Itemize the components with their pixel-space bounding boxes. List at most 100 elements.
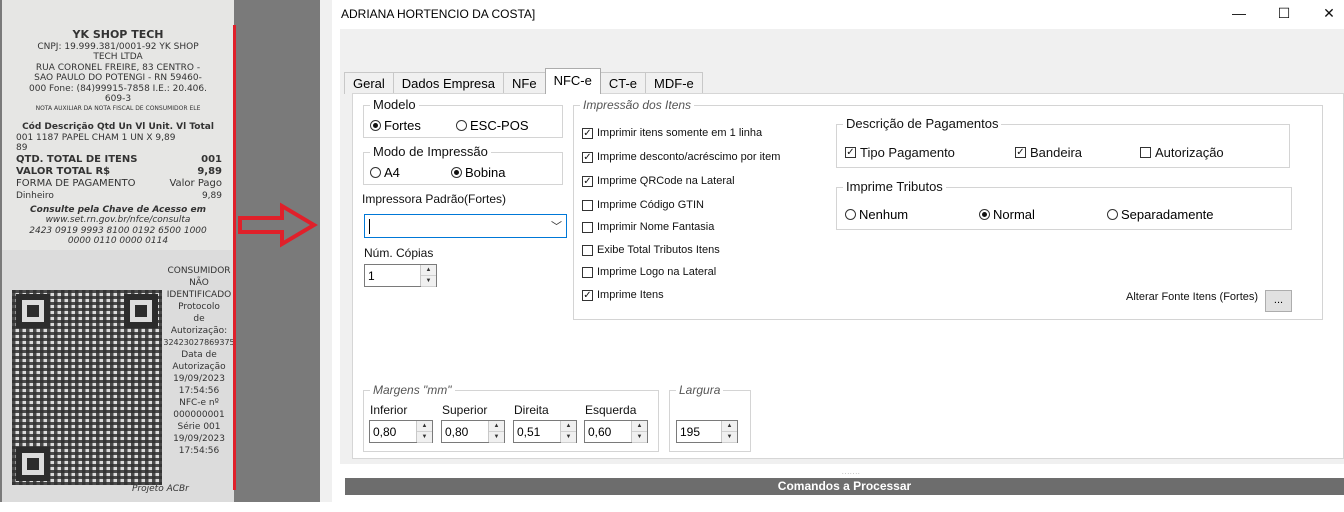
radio-dot bbox=[451, 167, 462, 178]
tab-cte[interactable]: CT-e bbox=[599, 72, 647, 94]
copias-spin[interactable]: 1 ▲ ▼ bbox=[364, 264, 437, 287]
chk-logo-lateral[interactable]: Imprime Logo na Lateral bbox=[582, 266, 716, 278]
radio-a4-label: A4 bbox=[384, 165, 400, 180]
radio-bobina[interactable]: Bobina bbox=[451, 165, 505, 180]
maximize-button[interactable]: ☐ bbox=[1270, 2, 1298, 24]
qr-finder bbox=[16, 294, 50, 328]
receipt-item-total: 89 bbox=[16, 143, 28, 153]
chk-bandeira[interactable]: ✓ Bandeira bbox=[1015, 145, 1082, 160]
spin-down-icon[interactable]: ▼ bbox=[417, 432, 432, 443]
spin-up-icon[interactable]: ▲ bbox=[632, 421, 647, 432]
spin-buttons: ▲ ▼ bbox=[560, 421, 576, 443]
receipt-side-line: Autorização: bbox=[170, 326, 228, 336]
tab-nfe[interactable]: NFe bbox=[503, 72, 546, 94]
imprime-tributos-group: Imprime Tributos Nenhum Normal Separadam… bbox=[836, 179, 1292, 230]
spin-buttons: ▲ ▼ bbox=[631, 421, 647, 443]
radio-esc-pos[interactable]: ESC-POS bbox=[456, 118, 529, 133]
receipt-side-line: IDENTIFICADO bbox=[166, 290, 232, 300]
radio-separadamente[interactable]: Separadamente bbox=[1107, 207, 1214, 222]
spin-down-icon[interactable]: ▼ bbox=[421, 276, 436, 287]
radio-nenhum-label: Nenhum bbox=[859, 207, 909, 222]
receipt-header-line: NOTA AUXILIAR DA NOTA FISCAL DE CONSUMID… bbox=[35, 105, 201, 113]
receipt-items-header: Cód Descrição Qtd Un Vl Unit. Vl Total bbox=[22, 122, 214, 132]
largura-spin[interactable]: 195 ▲ ▼ bbox=[676, 420, 738, 443]
close-button[interactable]: ✕ bbox=[1315, 2, 1343, 24]
radio-normal[interactable]: Normal bbox=[979, 207, 1035, 222]
commands-bar: Comandos a Processar bbox=[345, 478, 1344, 495]
impressao-itens-title: Impressão dos Itens bbox=[580, 97, 695, 113]
spin-buttons: ▲ ▼ bbox=[416, 421, 432, 443]
fonte-itens-label: Alterar Fonte Itens (Fortes) bbox=[1126, 291, 1259, 303]
copias-value: 1 bbox=[368, 269, 375, 283]
spin-up-icon[interactable]: ▲ bbox=[489, 421, 504, 432]
checkbox-mark-icon: ✓ bbox=[1015, 147, 1026, 158]
chk-itens-1-linha[interactable]: ✓ Imprimir itens somente em 1 linha bbox=[582, 127, 762, 139]
spin-down-icon[interactable]: ▼ bbox=[722, 432, 737, 443]
modo-impressao-group: Modo de Impressão A4 Bobina bbox=[363, 144, 563, 185]
receipt-totals: QTD. TOTAL DE ITENS 001 VALOR TOTAL R$ 9,8… bbox=[2, 154, 234, 202]
chevron-down-icon: ﹀ bbox=[551, 221, 562, 233]
receipt-header-line: 000 Fone: (84)99915-7858 I.E.: 20.406. bbox=[29, 83, 207, 94]
spin-down-icon[interactable]: ▼ bbox=[489, 432, 504, 443]
margem-direita-spin[interactable]: 0,51 ▲ ▼ bbox=[513, 420, 577, 443]
receipt-qtd-row: QTD. TOTAL DE ITENS 001 bbox=[2, 154, 234, 166]
chk-qrcode-lateral[interactable]: ✓ Imprime QRCode na Lateral bbox=[582, 175, 735, 187]
margem-direita-value: 0,51 bbox=[517, 425, 541, 439]
tab-dados-empresa[interactable]: Dados Empresa bbox=[392, 72, 505, 94]
radio-fortes[interactable]: Fortes bbox=[370, 118, 421, 133]
receipt-store-name: YK SHOP TECH bbox=[72, 28, 164, 41]
modelo-group: Modelo Fortes ESC-POS bbox=[363, 97, 563, 138]
receipt-chave-line: 2423 0919 9993 8100 0192 6500 1000 bbox=[29, 225, 207, 236]
spin-up-icon[interactable]: ▲ bbox=[722, 421, 737, 432]
receipt-footer: Projeto ACBr bbox=[132, 484, 189, 494]
margem-esquerda-spin[interactable]: 0,60 ▲ ▼ bbox=[584, 420, 648, 443]
impressora-combo[interactable]: ﹀ bbox=[364, 214, 567, 238]
receipt-side-line: Protocolo bbox=[178, 302, 220, 312]
spin-buttons: ▲ ▼ bbox=[721, 421, 737, 443]
chk-autorizacao[interactable]: Autorização bbox=[1140, 145, 1224, 160]
checkbox-box bbox=[582, 244, 593, 256]
chk-imprime-itens-label: Imprime Itens bbox=[597, 289, 664, 301]
radio-dot bbox=[845, 209, 856, 220]
tab-geral[interactable]: Geral bbox=[344, 72, 394, 94]
fonte-itens-button[interactable]: ... bbox=[1265, 290, 1292, 312]
radio-a4[interactable]: A4 bbox=[370, 165, 400, 180]
checkbox-mark-icon: ✓ bbox=[582, 289, 593, 301]
chk-codigo-gtin[interactable]: Imprime Código GTIN bbox=[582, 199, 704, 211]
receipt-forma-label: FORMA DE PAGAMENTO bbox=[16, 178, 136, 189]
tab-mdfe[interactable]: MDF-e bbox=[645, 72, 703, 94]
spin-up-icon[interactable]: ▲ bbox=[561, 421, 576, 432]
margem-superior-label: Superior bbox=[442, 403, 488, 417]
margem-inferior-value: 0,80 bbox=[373, 425, 397, 439]
spin-down-icon[interactable]: ▼ bbox=[561, 432, 576, 443]
receipt-chave-line: 0000 0110 0000 0114 bbox=[67, 236, 169, 247]
chk-total-tributos[interactable]: Exibe Total Tributos Itens bbox=[582, 244, 720, 256]
chk-itens-1-linha-label: Imprimir itens somente em 1 linha bbox=[597, 127, 763, 139]
chk-tipo-pagamento[interactable]: ✓ Tipo Pagamento bbox=[845, 145, 955, 160]
chk-nome-fantasia[interactable]: Imprimir Nome Fantasia bbox=[582, 221, 714, 233]
spin-down-icon[interactable]: ▼ bbox=[632, 432, 647, 443]
chk-imprime-itens[interactable]: ✓ Imprime Itens bbox=[582, 289, 664, 301]
radio-bobina-label: Bobina bbox=[465, 165, 506, 180]
copias-label: Núm. Cópias bbox=[364, 246, 434, 260]
checkbox-mark-icon: ✓ bbox=[845, 147, 856, 158]
receipt-forma-value: Valor Pago bbox=[169, 178, 222, 189]
receipt-consulta-line: www.set.rn.gov.br/nfce/consulta bbox=[45, 215, 191, 226]
window-title: ADRIANA HORTENCIO DA COSTA] bbox=[341, 7, 536, 21]
spin-up-icon[interactable]: ▲ bbox=[421, 265, 436, 276]
text-caret bbox=[369, 219, 370, 234]
receipt-paper: YK SHOP TECH CNPJ: 19.999.381/0001-92 YK… bbox=[2, 0, 236, 502]
receipt-side-info: CONSUMIDOR NÃO IDENTIFICADO Protocolo de… bbox=[162, 265, 236, 457]
margem-inferior-spin[interactable]: 0,80 ▲ ▼ bbox=[369, 420, 433, 443]
splitter-handle[interactable]: ....... bbox=[842, 470, 861, 476]
receipt-qtd-value: 001 bbox=[201, 154, 222, 165]
radio-nenhum[interactable]: Nenhum bbox=[845, 207, 908, 222]
minimize-button[interactable]: — bbox=[1225, 2, 1253, 24]
margem-superior-spin[interactable]: 0,80 ▲ ▼ bbox=[441, 420, 505, 443]
chk-logo-lateral-label: Imprime Logo na Lateral bbox=[597, 266, 717, 278]
radio-dot bbox=[979, 209, 990, 220]
tab-nfce[interactable]: NFC-e bbox=[544, 68, 601, 94]
spin-up-icon[interactable]: ▲ bbox=[417, 421, 432, 432]
receipt-dinheiro-label: Dinheiro bbox=[16, 191, 54, 201]
chk-desconto-item[interactable]: ✓ Imprime desconto/acréscimo por item bbox=[582, 151, 780, 163]
